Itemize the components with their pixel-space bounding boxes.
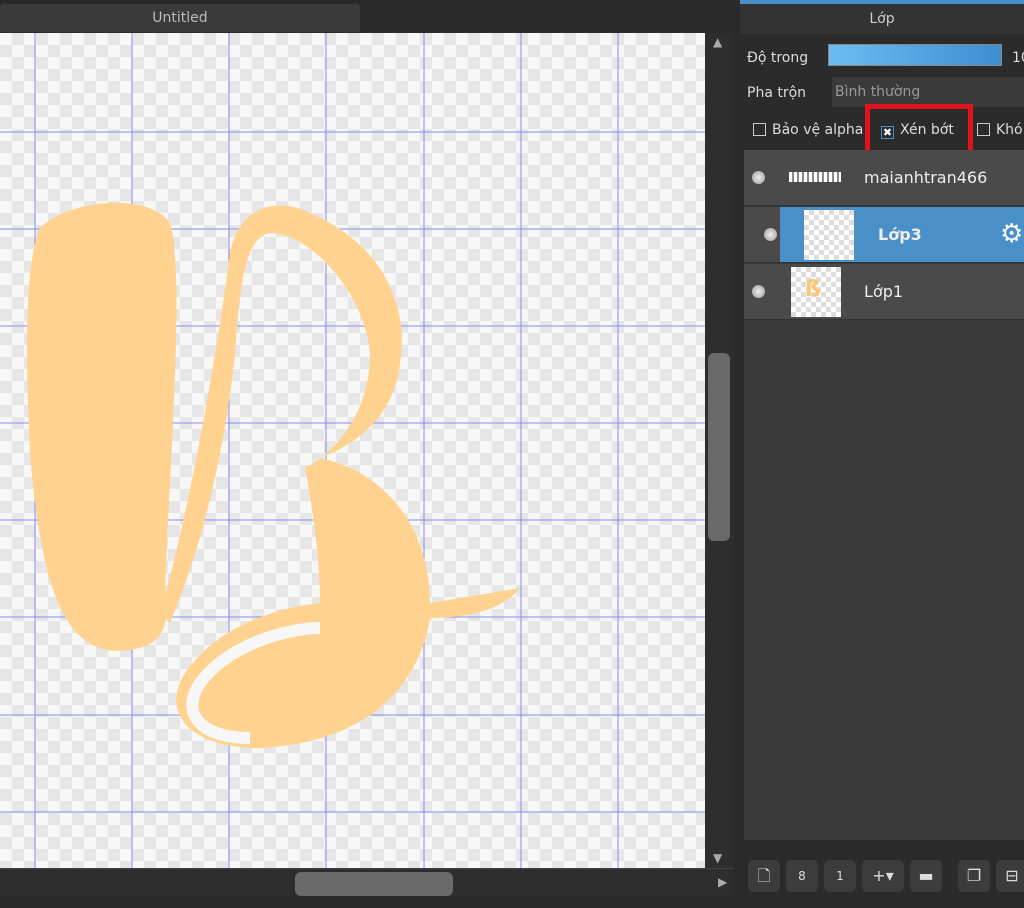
layer-toolbar: 🗋 8 1 +▾ ▬ ❐ ⊟ — [744, 854, 1024, 896]
duplicate-layer-button[interactable]: ❐ — [958, 860, 990, 892]
layer-panel: Lớp Độ trong 10 Pha trộn Bình thường Bảo… — [740, 0, 1024, 908]
opacity-value: 10 — [1012, 50, 1024, 66]
add-layer-dropdown-button[interactable]: +▾ — [862, 860, 904, 892]
visibility-icon[interactable] — [764, 228, 777, 241]
checkbox-box — [753, 123, 766, 136]
scroll-down-icon[interactable]: ▼ — [713, 851, 722, 865]
clip-indicator — [744, 207, 780, 263]
vertical-scrollbar[interactable]: ▲ ▼ — [705, 33, 733, 868]
protect-alpha-checkbox[interactable]: Bảo vệ alpha — [753, 122, 863, 138]
highlight-annotation — [865, 104, 973, 156]
vertical-scroll-thumb[interactable] — [708, 353, 730, 541]
new-1bit-layer-button[interactable]: 1 — [824, 860, 856, 892]
thumbnail-art: ß — [805, 277, 821, 302]
layer-name: Lớp1 — [864, 282, 904, 301]
layer-item[interactable]: ß Lớp1 — [744, 264, 1024, 320]
blend-label: Pha trộn — [747, 85, 807, 101]
canvas-artwork — [0, 33, 705, 868]
layer-name: maianhtran466 — [864, 168, 988, 187]
letter-strokes — [27, 202, 520, 749]
layer-name: Lớp3 — [878, 225, 922, 244]
lock-checkbox[interactable]: Khó — [977, 122, 1023, 138]
layer-thumbnail: ß — [791, 267, 841, 317]
gear-icon[interactable]: ⚙ — [1000, 219, 1023, 249]
horizontal-scrollbar[interactable]: ▶ — [0, 868, 733, 896]
merge-layer-button[interactable]: ⊟ — [996, 860, 1024, 892]
opacity-slider[interactable] — [828, 44, 1002, 66]
layer-item-selected[interactable]: Lớp3 ⚙ — [780, 207, 1024, 263]
visibility-icon[interactable] — [752, 171, 765, 184]
tab-untitled[interactable]: Untitled — [0, 4, 360, 32]
visibility-icon[interactable] — [752, 285, 765, 298]
layer-list: maianhtran466 Lớp3 ⚙ ß Lớp1 — [744, 150, 1024, 840]
layer-item[interactable]: maianhtran466 — [744, 150, 1024, 206]
horizontal-scroll-thumb[interactable] — [295, 872, 453, 896]
blend-mode-select[interactable]: Bình thường — [832, 77, 1024, 107]
folder-button[interactable]: ▬ — [910, 860, 942, 892]
new-layer-button[interactable]: 🗋 — [748, 860, 780, 892]
layer-thumbnail — [804, 210, 854, 260]
checkbox-label: Khó — [996, 122, 1023, 138]
drawing-canvas[interactable] — [0, 33, 705, 868]
layer-thumbnail — [789, 172, 841, 182]
new-8bit-layer-button[interactable]: 8 — [786, 860, 818, 892]
opacity-label: Độ trong — [747, 50, 809, 66]
scroll-right-icon[interactable]: ▶ — [718, 875, 727, 889]
scroll-up-icon[interactable]: ▲ — [713, 35, 722, 49]
panel-title: Lớp — [740, 4, 1024, 34]
checkbox-box — [977, 123, 990, 136]
checkbox-label: Bảo vệ alpha — [772, 122, 864, 138]
tab-bar: Untitled — [0, 0, 740, 33]
